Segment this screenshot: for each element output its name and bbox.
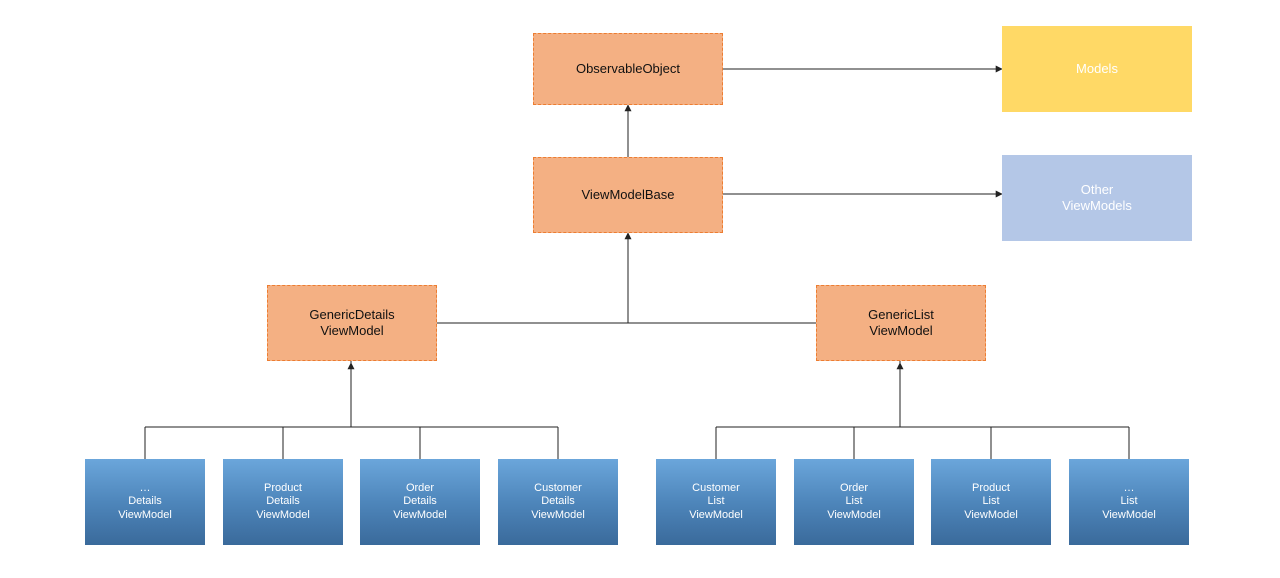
node-list-leaf: … List ViewModel xyxy=(1069,459,1189,545)
leaf-l2: Details xyxy=(541,495,575,508)
leaf-l1: Customer xyxy=(692,482,740,495)
node-label-line1: GenericList xyxy=(868,307,934,323)
node-observable-object: ObservableObject xyxy=(533,33,723,105)
leaf-l2: List xyxy=(1120,495,1137,508)
node-other-viewmodels: Other ViewModels xyxy=(1002,155,1192,241)
leaf-l3: ViewModel xyxy=(531,509,585,522)
node-label: Models xyxy=(1076,61,1118,77)
leaf-l1: … xyxy=(140,482,151,495)
node-generic-list-viewmodel: GenericList ViewModel xyxy=(816,285,986,361)
node-details-leaf: Product Details ViewModel xyxy=(223,459,343,545)
leaf-l2: List xyxy=(845,495,862,508)
node-details-leaf: Customer Details ViewModel xyxy=(498,459,618,545)
node-label-line2: ViewModel xyxy=(320,323,383,339)
node-list-leaf: Customer List ViewModel xyxy=(656,459,776,545)
leaf-l2: List xyxy=(982,495,999,508)
leaf-l3: ViewModel xyxy=(256,509,310,522)
node-label-line2: ViewModels xyxy=(1062,198,1132,214)
leaf-l2: Details xyxy=(403,495,437,508)
node-list-leaf: Order List ViewModel xyxy=(794,459,914,545)
leaf-l2: List xyxy=(707,495,724,508)
leaf-l1: Order xyxy=(840,482,868,495)
leaf-l2: Details xyxy=(128,495,162,508)
node-viewmodelbase: ViewModelBase xyxy=(533,157,723,233)
leaf-l1: Order xyxy=(406,482,434,495)
leaf-l3: ViewModel xyxy=(964,509,1018,522)
node-generic-details-viewmodel: GenericDetails ViewModel xyxy=(267,285,437,361)
leaf-l3: ViewModel xyxy=(689,509,743,522)
node-models: Models xyxy=(1002,26,1192,112)
node-label: ViewModelBase xyxy=(582,187,675,203)
leaf-l3: ViewModel xyxy=(1102,509,1156,522)
leaf-l3: ViewModel xyxy=(393,509,447,522)
leaf-l1: Product xyxy=(264,482,302,495)
node-label: ObservableObject xyxy=(576,61,680,77)
node-details-leaf: Order Details ViewModel xyxy=(360,459,480,545)
node-label-line2: ViewModel xyxy=(869,323,932,339)
node-label-line1: GenericDetails xyxy=(309,307,394,323)
leaf-l1: Product xyxy=(972,482,1010,495)
leaf-l2: Details xyxy=(266,495,300,508)
leaf-l1: Customer xyxy=(534,482,582,495)
leaf-l1: … xyxy=(1124,482,1135,495)
leaf-l3: ViewModel xyxy=(827,509,881,522)
node-label-line1: Other xyxy=(1081,182,1114,198)
node-details-leaf: … Details ViewModel xyxy=(85,459,205,545)
leaf-l3: ViewModel xyxy=(118,509,172,522)
node-list-leaf: Product List ViewModel xyxy=(931,459,1051,545)
